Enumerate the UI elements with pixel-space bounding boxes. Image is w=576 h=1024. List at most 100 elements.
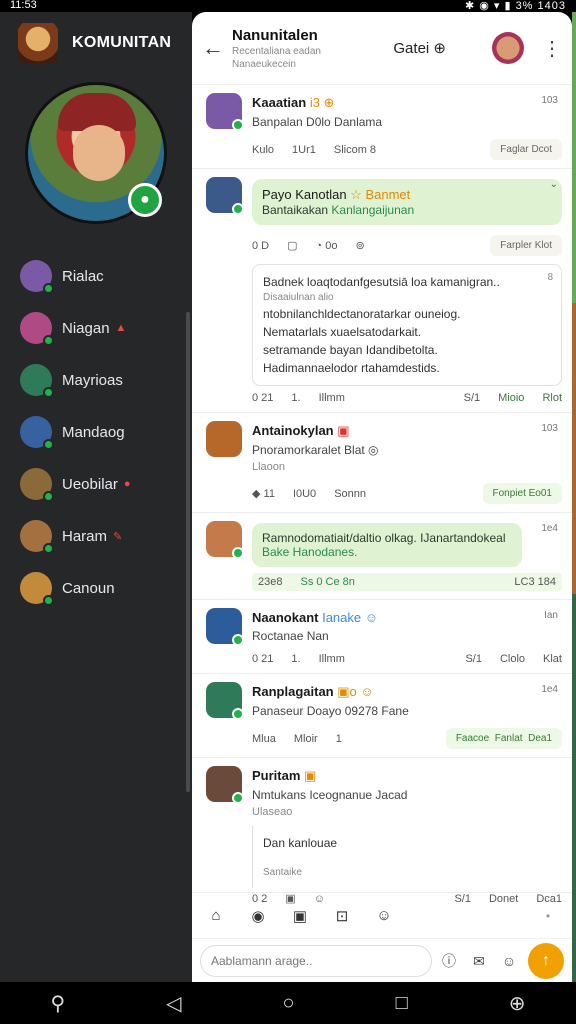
message-composer: Aablamann arage.. ⓘ ✉ ☺ ↑: [192, 938, 572, 982]
message-input[interactable]: Aablamann arage..: [200, 944, 432, 977]
message-time: 103: [541, 95, 558, 106]
message-text: Nmtukans Iceognanue Jacad: [252, 788, 408, 802]
avatar: [206, 521, 244, 559]
attach-icon[interactable]: ⊡: [332, 906, 352, 926]
nav-item-2[interactable]: Mayrioas: [0, 354, 192, 406]
nav-item-1[interactable]: Niagan ▲: [0, 302, 192, 354]
chat-title-block: Nanunitalen Recentaliana eadan Nanaeukec…: [232, 27, 393, 70]
reaction-chip[interactable]: Farpler Klot: [490, 235, 562, 256]
avatar: [20, 364, 54, 398]
record-icon[interactable]: ◉: [248, 906, 268, 926]
message-time: 103: [541, 423, 558, 434]
profile-avatar[interactable]: ●: [25, 82, 167, 224]
message-subtext: Llaoon: [252, 461, 286, 473]
message-author: Naanokant Ianake ☺: [252, 610, 379, 625]
nav-label: Niagan: [62, 319, 110, 337]
message-author: Payo Kanotlan ☆ Banmet: [262, 187, 411, 202]
send-button[interactable]: ↑: [528, 942, 564, 979]
avatar: [206, 608, 244, 646]
avatar: [206, 421, 242, 457]
message-meta: Kulo 1Ur1 Slicom 8 Faglar Dcot: [252, 139, 562, 160]
chat-title: Nanunitalen: [232, 26, 318, 44]
emoji-icon[interactable]: ☺: [374, 906, 394, 926]
message-text: Roctanae Nan: [252, 629, 329, 643]
system-nav-bar: ⚲ ◁ ○ □ ⊕: [0, 982, 576, 1024]
composer-toolbar: ⌂ ◉ ▣ ⊡ ☺ •: [192, 892, 572, 938]
message-time: 1e4: [541, 523, 558, 534]
message-bubble: Payo Kanotlan ☆ Banmet Bantaikakan Kanla…: [252, 179, 562, 225]
message-meta: Mlua Mloir 1 Faacoe Fanlat Dea1: [252, 728, 562, 749]
reaction-chip[interactable]: Faacoe Fanlat Dea1: [445, 728, 562, 749]
quoted-reply[interactable]: Dan kanlouae Santaike: [252, 826, 562, 888]
recents-nav-icon[interactable]: □: [396, 992, 408, 1015]
message-meta: 0 D ▢ ◔ 0o ⊚ Farpler Klot: [252, 235, 562, 256]
reaction-chip[interactable]: Faglar Dcot: [490, 139, 562, 160]
message-meta: ◆ 11 I0U0 Sonnn Fonpiet Eo01: [252, 483, 562, 504]
avatar: [206, 682, 244, 720]
image-icon[interactable]: ▣: [290, 906, 310, 926]
nav-label: Ueobilar: [62, 475, 118, 493]
drawer-nav: Rialac Niagan ▲ Mayrioas Mandaog Ueobilar…: [0, 250, 192, 614]
close-icon[interactable]: 8: [547, 269, 553, 287]
nav-label: Mandaog: [62, 423, 125, 441]
avatar: [20, 416, 54, 450]
avatar: [20, 312, 54, 346]
nav-label: Haram: [62, 527, 108, 545]
drawer-brand: KOMUNITAN: [72, 34, 172, 51]
message-item[interactable]: Puritam ▣ Nmtukans Iceognanue Jacad Ulas…: [192, 758, 572, 913]
message-item[interactable]: 1e4 Ramnodomatiait/daltio olkag. IJanart…: [192, 513, 572, 600]
nav-item-3[interactable]: Mandaog: [0, 406, 192, 458]
chat-subtitle: Recentaliana eadan: [232, 45, 321, 57]
message-text: Pnoramorkaralet Blat ◎: [252, 443, 379, 457]
avatar[interactable]: [492, 32, 524, 64]
online-status-icon: ●: [128, 183, 162, 217]
nav-label: Rialac: [62, 267, 104, 285]
message-item[interactable]: Kaaatian i3 ⊕ 103 Banpalan D0lo Danlama …: [192, 85, 572, 169]
quoted-thread[interactable]: 8 Badnek loaqtodanfgesutsiā loa kamanigr…: [252, 264, 562, 386]
message-item[interactable]: Antainokylan ▣ 103 Pnoramorkaralet Blat …: [192, 412, 572, 513]
home-icon[interactable]: ⌂: [206, 906, 226, 926]
add-circle-icon: ⊕: [433, 40, 446, 57]
message-author: Ranplagaitan ▣o ☺: [252, 684, 374, 699]
more-vert-icon[interactable]: ⋮: [542, 36, 562, 61]
expand-chevron-icon[interactable]: ⌄: [550, 179, 558, 190]
nav-item-4[interactable]: Ueobilar ●: [0, 458, 192, 510]
reaction-chip[interactable]: Fonpiet Eo01: [482, 483, 562, 504]
back-nav-icon[interactable]: ◁: [166, 991, 181, 1016]
message-author: Antainokylan ▣: [252, 423, 350, 438]
message-meta: 0 21 1. Illmm S/1 Clolo Klat: [252, 653, 562, 665]
home-nav-icon[interactable]: ○: [283, 992, 295, 1015]
assistant-icon[interactable]: ⚲: [51, 991, 66, 1016]
message-bubble: Ramnodomatiait/daltio olkag. IJanartando…: [252, 523, 522, 567]
background-edge: [572, 12, 576, 982]
face-icon: [73, 125, 125, 181]
message-author: Kaaatian i3 ⊕: [252, 95, 335, 110]
side-drawer: KOMUNITAN ● Rialac Niagan ▲ Mayrioas Mand…: [0, 12, 192, 982]
nav-item-5[interactable]: Haram ✎: [0, 510, 192, 562]
message-item[interactable]: Naanokant Ianake ☺ Ian Roctanae Nan 0 21…: [192, 600, 572, 674]
avatar: [206, 93, 244, 131]
chat-panel: ← Nanunitalen Recentaliana eadan Nanaeuk…: [192, 12, 572, 982]
drawer-scrollbar[interactable]: [186, 312, 190, 792]
message-meta: 23e8 Ss 0 Ce 8n LC3 184: [252, 573, 562, 591]
status-icons: ✱ ◉ ▾ ▮ 3% 1403: [464, 0, 566, 12]
nav-badge: ●: [123, 478, 131, 490]
more-icon[interactable]: •: [538, 906, 558, 926]
avatar: [206, 766, 244, 804]
nav-badge: ▲: [115, 322, 127, 334]
nav-badge: ✎: [113, 530, 123, 543]
thread-meta: 0 21 1. Illmm S/1 Mioio Rlot: [252, 392, 562, 404]
emoji-icon[interactable]: ☺: [498, 950, 520, 972]
chat-bubble-icon[interactable]: ✉: [468, 950, 490, 972]
info-icon[interactable]: ⓘ: [438, 950, 460, 972]
gate-button[interactable]: Gatei ⊕: [393, 39, 446, 57]
extra-nav-icon[interactable]: ⊕: [509, 991, 526, 1016]
message-item[interactable]: Payo Kanotlan ☆ Banmet Bantaikakan Kanla…: [192, 169, 572, 412]
nav-item-6[interactable]: Canoun: [0, 562, 192, 614]
message-author: Puritam ▣: [252, 768, 317, 783]
nav-item-0[interactable]: Rialac: [0, 250, 192, 302]
nav-label: Mayrioas: [62, 371, 123, 389]
avatar: [20, 260, 54, 294]
message-item[interactable]: Ranplagaitan ▣o ☺ 1e4 Panaseur Doayo 092…: [192, 674, 572, 758]
back-arrow-icon[interactable]: ←: [202, 35, 232, 61]
